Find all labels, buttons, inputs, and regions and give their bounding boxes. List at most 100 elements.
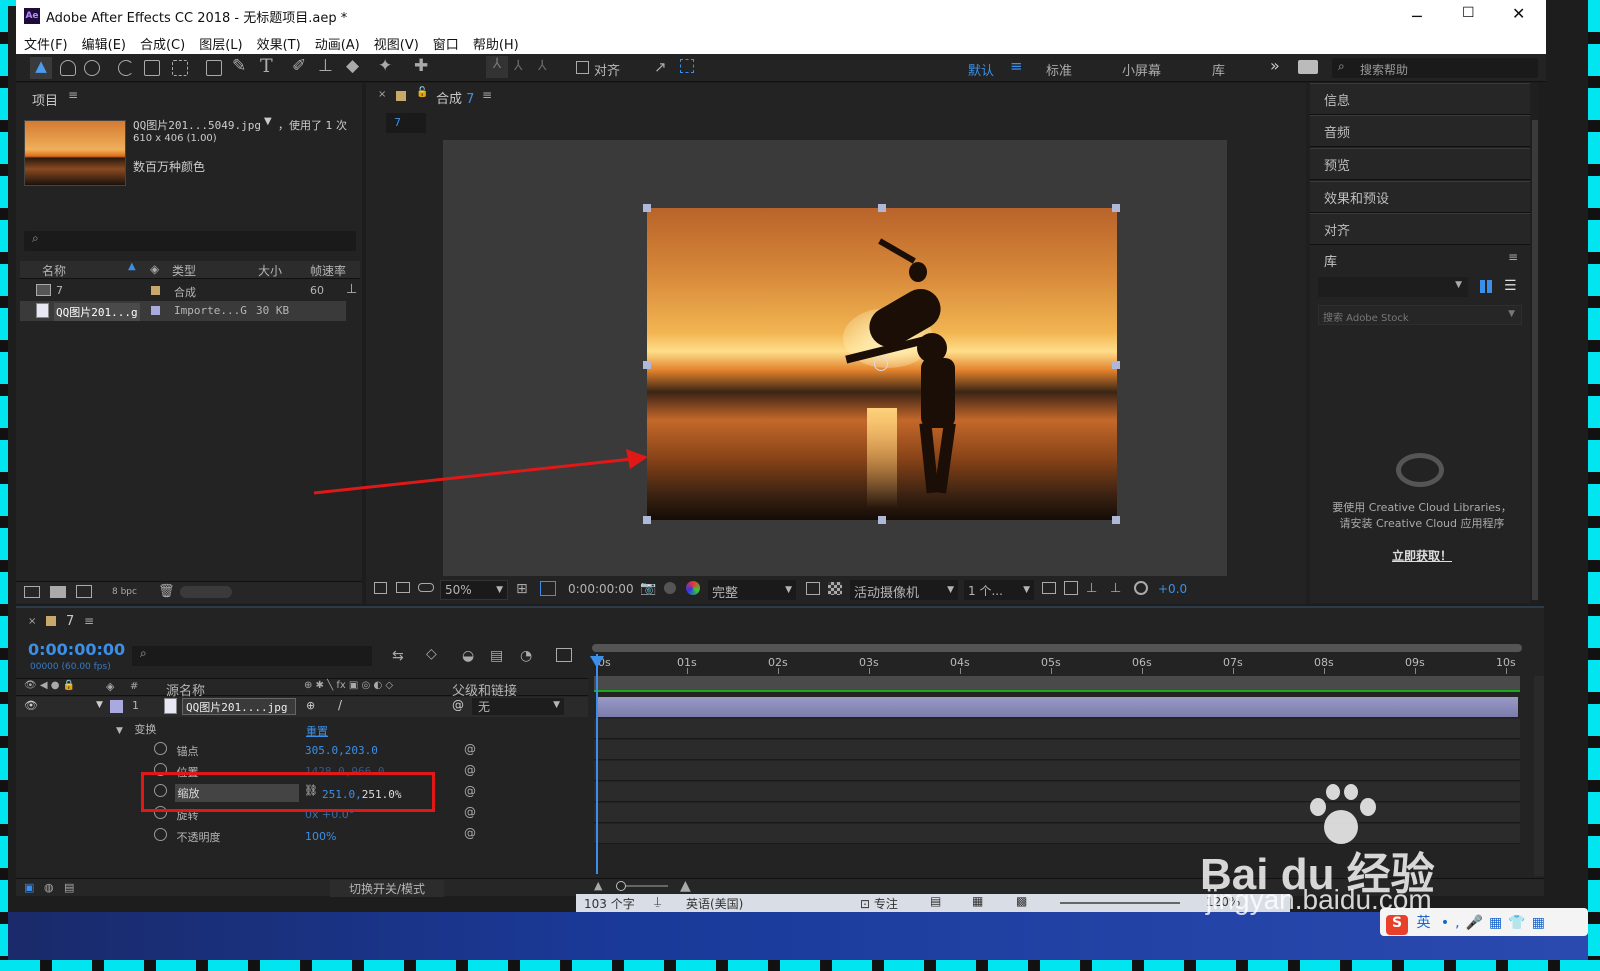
shy-switch-icon[interactable]: ⊕ [306,699,315,712]
new-folder-icon[interactable] [50,586,66,598]
resolution-dropdown[interactable]: 完整 ▼ [708,580,796,601]
expression-pickwhip-icon[interactable]: @ [464,742,476,756]
project-panel-title[interactable]: 项目 [32,90,58,109]
roto-brush-tool-icon[interactable]: ✦ [378,56,392,76]
frame-blending-icon[interactable]: ▤ [490,648,503,664]
close-tab-icon[interactable]: × [28,616,36,627]
stopwatch-icon[interactable] [154,742,167,755]
close-button[interactable]: ✕ [1512,4,1525,23]
layer-duration-bar[interactable] [598,697,1518,717]
comp-flowchart-icon[interactable]: ⊥ [1110,581,1121,596]
transfer-controls-icon[interactable]: ◍ [44,881,54,894]
motion-blur-icon[interactable]: ◔ [520,648,532,664]
clone-stamp-tool-icon[interactable]: ⊥ [318,56,333,76]
transform-handle[interactable] [1112,361,1120,369]
layer-label-swatch[interactable] [110,700,123,713]
language-indicator[interactable]: 英语(美国) [686,895,743,912]
new-comp-icon[interactable] [76,585,92,598]
transform-handle[interactable] [643,361,651,369]
transform-handle[interactable] [643,204,651,212]
snap-grid-icon[interactable] [680,59,694,73]
graph-editor-icon[interactable] [556,648,572,662]
comp-mini-flowchart-icon[interactable]: ⇆ [392,648,404,664]
pen-tool-icon[interactable]: ✎ [232,56,246,76]
adobe-stock-search[interactable]: 搜索 Adobe Stock ▼ [1318,305,1522,325]
eraser-tool-icon[interactable]: ◆ [346,56,359,76]
snap-checkbox[interactable] [576,61,589,74]
toggle-pixel-aspect-icon[interactable] [1042,582,1056,594]
pan-behind-tool-icon[interactable] [172,60,188,76]
parent-dropdown[interactable]: 无 ▼ [472,698,564,715]
mask-visibility-icon[interactable] [540,581,556,596]
help-search-box[interactable]: ⌕ 搜索帮助 [1332,58,1538,78]
column-size[interactable]: 大小 [258,262,282,279]
close-tab-icon[interactable]: × [378,89,386,100]
flowchart-icon[interactable]: ⊥ [346,282,357,297]
workspace-default[interactable]: 默认 [968,60,994,79]
menu-edit[interactable]: 编辑(E) [82,34,126,53]
viewer-timecode[interactable]: 0:00:00:00 [568,582,634,596]
menu-layer[interactable]: 图层(L) [199,34,242,53]
camera-dropdown[interactable]: 活动摄像机 ▼ [850,580,958,601]
brush-tool-icon[interactable]: ✐ [292,56,306,76]
transform-group[interactable]: ▼ 变换 [116,721,156,737]
toggle-switches-modes[interactable]: 切换开关/模式 [330,880,444,897]
exposure-value[interactable]: +0.0 [1158,582,1187,596]
shy-layers-icon[interactable]: ◒ [462,648,474,664]
work-area-range[interactable] [594,676,1520,692]
delete-icon[interactable]: 🗑 [158,584,175,599]
expand-arrow-icon[interactable]: ▼ [96,700,103,710]
stopwatch-icon[interactable] [154,828,167,841]
eye-icon[interactable]: 👁 [24,699,38,712]
expression-pickwhip-icon[interactable]: @ [464,805,476,819]
work-area-bar[interactable] [592,644,1522,652]
menu-effect[interactable]: 效果(T) [257,34,301,53]
transform-handle[interactable] [1112,516,1120,524]
bpc-label[interactable]: 8 bpc [112,587,137,597]
label-column-icon[interactable]: ◈ [150,262,159,276]
proofing-icon[interactable]: ⍊ [654,894,661,909]
anchor-point-icon[interactable] [874,357,888,371]
maximize-button[interactable]: ☐ [1462,5,1475,21]
doc-zoom-slider[interactable] [1060,902,1180,904]
library-title[interactable]: 库 [1324,251,1337,270]
library-dropdown[interactable]: ▼ [1318,277,1468,297]
comp-flowchart-nav[interactable]: 7 [386,113,426,133]
menu-help[interactable]: 帮助(H) [473,34,519,53]
show-snapshot-icon[interactable] [664,582,676,594]
reset-exposure-icon[interactable] [1134,581,1148,595]
opacity-value[interactable]: 100% [305,830,336,843]
panel-menu-icon[interactable]: ≡ [482,88,492,102]
column-name[interactable]: 名称 [42,262,66,279]
zoom-dropdown[interactable]: 50% ▼ [440,580,508,600]
timeline-icon[interactable]: ⊥ [1086,581,1097,596]
vr-icon[interactable] [418,583,434,592]
axis-local-icon[interactable]: ⅄ [486,56,508,78]
fast-previews-icon[interactable] [1064,581,1078,595]
word-count[interactable]: 103 个字 [584,895,635,912]
transform-handle[interactable] [878,516,886,524]
text-tool-icon[interactable]: T [260,55,273,77]
rectangle-tool-icon[interactable] [206,60,222,76]
expression-pickwhip-icon[interactable]: @ [464,784,476,798]
zoom-in-icon[interactable]: ▲ [680,878,691,894]
hand-tool-icon[interactable] [60,60,76,76]
pickwhip-icon[interactable]: @ [452,698,464,712]
snap-edge-icon[interactable]: ↗ [654,58,667,76]
project-row-image[interactable]: QQ图片201...g Importe...G 30 KB [20,301,346,321]
channel-icon[interactable] [686,581,700,595]
workspace-menu-icon[interactable]: ≡ [1010,57,1023,75]
minimize-button[interactable]: ─ [1412,7,1422,26]
layer-row[interactable]: 👁 ▼ 1 QQ图片201....jpg ⊕ / @ 无 ▼ [16,697,588,717]
list-view-icon[interactable]: ☰ [1504,278,1517,294]
menu-animation[interactable]: 动画(A) [315,34,360,53]
focus-mode[interactable]: ⊡ 专注 [860,895,898,912]
project-search-input[interactable]: ⌕ [24,231,356,251]
sync-settings-icon[interactable] [1298,60,1318,74]
workspace-library[interactable]: 库 [1212,60,1225,79]
web-layout-icon[interactable]: ▩ [1016,894,1027,908]
workspace-overflow-icon[interactable]: » [1270,56,1280,75]
transform-handle[interactable] [878,204,886,212]
menu-composition[interactable]: 合成(C) [140,34,185,53]
scroll-slider[interactable] [180,586,232,598]
